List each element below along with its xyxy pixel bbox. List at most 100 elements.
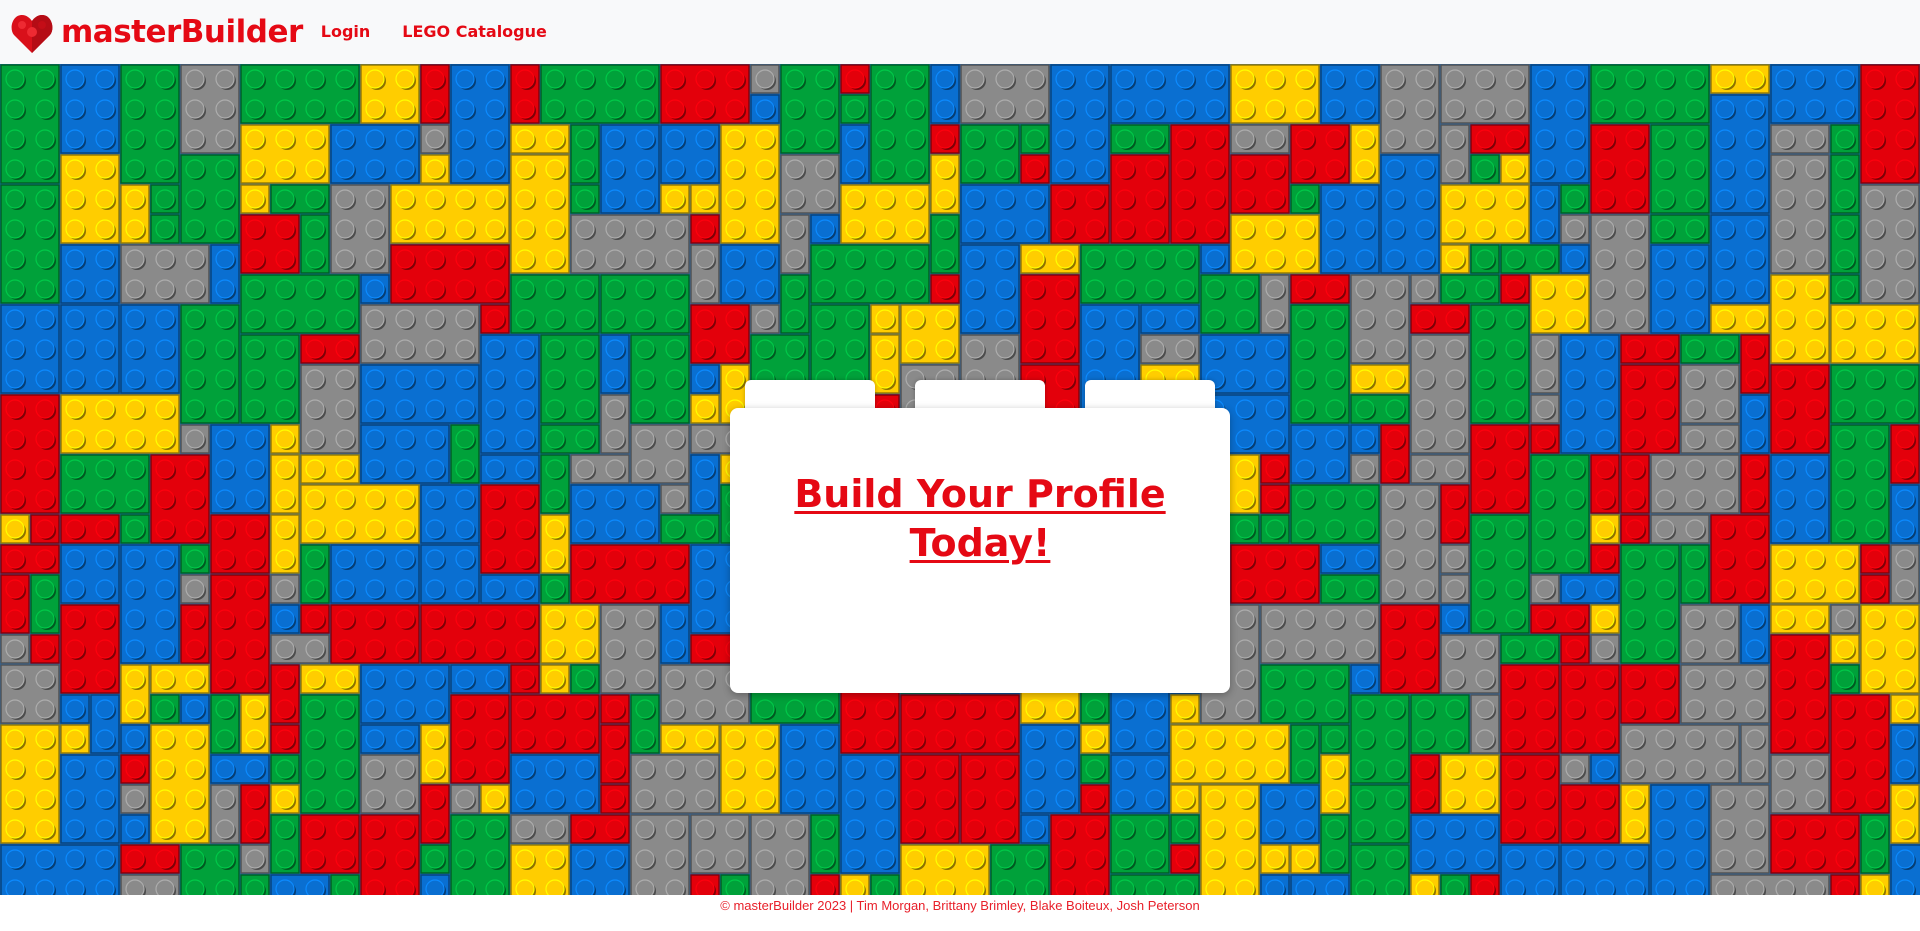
lego-brick: [1560, 664, 1620, 754]
lego-brick: [270, 664, 300, 724]
lego-brick: [1770, 124, 1830, 154]
lego-brick: [1860, 544, 1890, 574]
lego-brick: [660, 604, 690, 664]
lego-brick: [240, 334, 300, 424]
lego-brick: [1020, 814, 1050, 844]
lego-brick: [270, 514, 300, 574]
lego-brick: [1590, 454, 1620, 514]
lego-brick: [210, 244, 240, 304]
lego-brick: [1050, 814, 1110, 895]
profile-brick-card: Build Your Profile Today!: [730, 380, 1230, 693]
lego-brick: [1560, 214, 1590, 244]
lego-brick: [930, 214, 960, 274]
lego-brick: [1620, 514, 1650, 544]
lego-brick: [1830, 694, 1890, 814]
lego-brick: [690, 364, 720, 394]
lego-brick: [150, 184, 180, 214]
lego-brick: [270, 784, 300, 814]
nav-lego-catalogue-link[interactable]: LEGO Catalogue: [402, 24, 547, 40]
lego-brick: [510, 664, 540, 694]
lego-brick: [1860, 574, 1890, 604]
lego-brick: [120, 784, 150, 814]
lego-brick: [1770, 814, 1860, 874]
lego-brick: [1620, 724, 1740, 784]
lego-brick: [810, 244, 930, 304]
lego-brick: [120, 64, 180, 184]
lego-brick: [1590, 214, 1650, 334]
lego-brick: [1230, 154, 1290, 214]
lego-brick: [300, 664, 360, 694]
lego-brick: [930, 124, 960, 154]
lego-brick: [1890, 844, 1920, 895]
lego-brick: [30, 514, 60, 544]
lego-brick: [1860, 64, 1920, 184]
lego-brick: [0, 724, 60, 844]
lego-brick: [450, 424, 480, 484]
lego-brick: [1320, 754, 1350, 814]
lego-brick: [300, 364, 360, 454]
lego-brick: [900, 754, 960, 844]
lego-brick: [1110, 64, 1230, 124]
lego-brick: [1320, 64, 1380, 124]
lego-brick: [1350, 664, 1380, 694]
lego-brick: [1170, 694, 1200, 724]
lego-brick: [690, 214, 720, 244]
lego-brick: [510, 754, 600, 814]
lego-brick: [1530, 334, 1560, 394]
lego-brick: [1410, 814, 1500, 874]
nav-login-link[interactable]: Login: [321, 24, 371, 40]
lego-brick: [1470, 154, 1500, 184]
lego-brick: [1080, 754, 1110, 784]
lego-brick: [1500, 634, 1560, 664]
lego-brick: [930, 154, 960, 214]
lego-brick: [1830, 874, 1860, 895]
lego-brick: [510, 814, 570, 844]
lego-brick: [1530, 604, 1590, 634]
brand-home-link[interactable]: masterBuilder: [11, 10, 303, 54]
lego-brick: [570, 484, 660, 544]
lego-brick: [690, 454, 720, 514]
lego-brick: [60, 244, 120, 304]
lego-brick: [1770, 274, 1830, 364]
lego-brick: [720, 874, 750, 895]
lego-brick: [1110, 814, 1170, 874]
lego-brick: [840, 94, 870, 124]
lego-brick: [510, 844, 570, 895]
lego-brick: [690, 304, 750, 364]
lego-brick: [1320, 724, 1350, 754]
lego-brick: [1440, 574, 1470, 604]
lego-brick: [1590, 604, 1620, 634]
lego-brick: [1470, 424, 1530, 514]
lego-brick: [1470, 124, 1530, 154]
lego-brick: [150, 724, 210, 844]
lego-brick: [1680, 364, 1740, 424]
lego-brick: [1170, 724, 1290, 784]
lego-brick: [1350, 694, 1410, 784]
lego-brick: [1020, 244, 1080, 274]
lego-brick: [300, 214, 330, 274]
lego-brick: [600, 124, 660, 214]
lego-brick: [960, 124, 1020, 184]
lego-brick: [360, 274, 390, 304]
lego-brick: [1770, 364, 1830, 454]
lego-brick: [1140, 334, 1200, 364]
lego-brick: [1260, 604, 1380, 664]
lego-brick: [630, 424, 690, 484]
build-profile-link[interactable]: Build Your Profile Today!: [770, 470, 1190, 693]
lego-brick: [1410, 754, 1440, 814]
lego-brick: [1440, 604, 1470, 634]
lego-brick: [1620, 664, 1680, 724]
lego-brick: [1230, 544, 1320, 604]
lego-brick: [960, 754, 1020, 844]
lego-brick: [1590, 544, 1620, 574]
lego-brick: [360, 364, 480, 424]
lego-brick: [1740, 724, 1770, 784]
lego-brick: [1290, 874, 1350, 895]
lego-brick: [750, 304, 780, 334]
lego-brick: [690, 184, 720, 214]
lego-brick: [390, 244, 510, 304]
lego-brick: [1080, 724, 1110, 754]
lego-brick: [1710, 304, 1770, 334]
lego-brick: [780, 274, 810, 334]
lego-brick: [60, 394, 180, 454]
